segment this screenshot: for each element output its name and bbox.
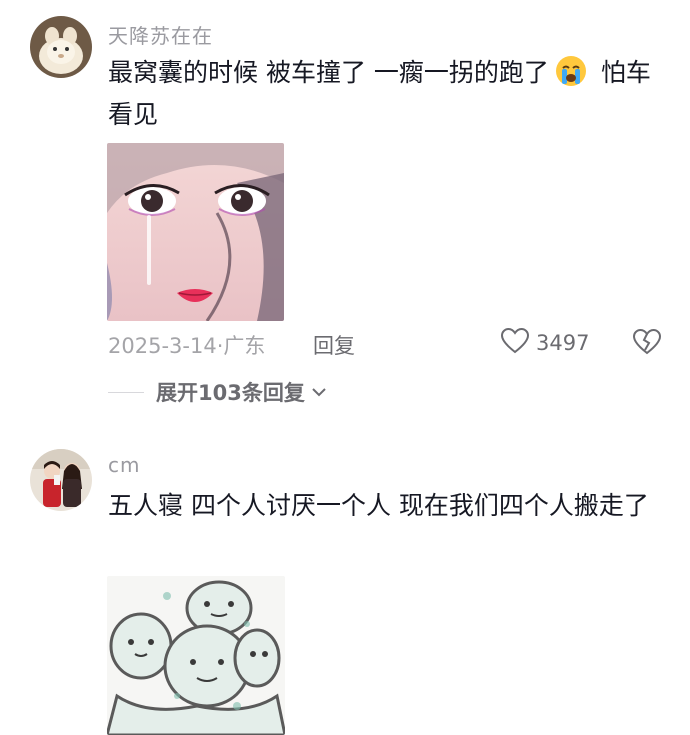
comment-image-crying-girl[interactable]: [107, 143, 284, 321]
comment-date: 2025-3-14: [108, 334, 217, 358]
reply-button[interactable]: 回复: [313, 330, 355, 360]
broken-heart-icon: [632, 328, 662, 360]
expand-replies[interactable]: 展开103条回复: [108, 377, 327, 407]
like-count: 3497: [536, 331, 590, 355]
comment-location: 广东: [223, 334, 266, 358]
divider: [108, 391, 144, 393]
username[interactable]: 天降苏在在: [108, 20, 213, 49]
expand-replies-label: 展开103条回复: [156, 381, 305, 405]
comment-meta: 2025-3-14·广东: [108, 330, 265, 360]
avatar[interactable]: [30, 449, 92, 511]
comment-text: 最窝囊的时候 被车撞了 一瘸一拐的跑了 怕车看见: [108, 52, 653, 136]
heart-icon: [500, 327, 530, 359]
avatar[interactable]: [30, 16, 92, 78]
like-button[interactable]: 3497: [500, 327, 589, 359]
comment-text-part: 最窝囊的时候 被车撞了 一瘸一拐的跑了: [108, 58, 549, 87]
dislike-button[interactable]: [632, 328, 662, 360]
chevron-down-icon: [311, 383, 327, 402]
crying-face-icon: [555, 55, 587, 87]
comment-text: 五人寝 四个人讨厌一个人 现在我们四个人搬走了: [108, 491, 649, 520]
username[interactable]: cm: [108, 453, 140, 477]
comment-image-sticker[interactable]: [107, 576, 285, 735]
